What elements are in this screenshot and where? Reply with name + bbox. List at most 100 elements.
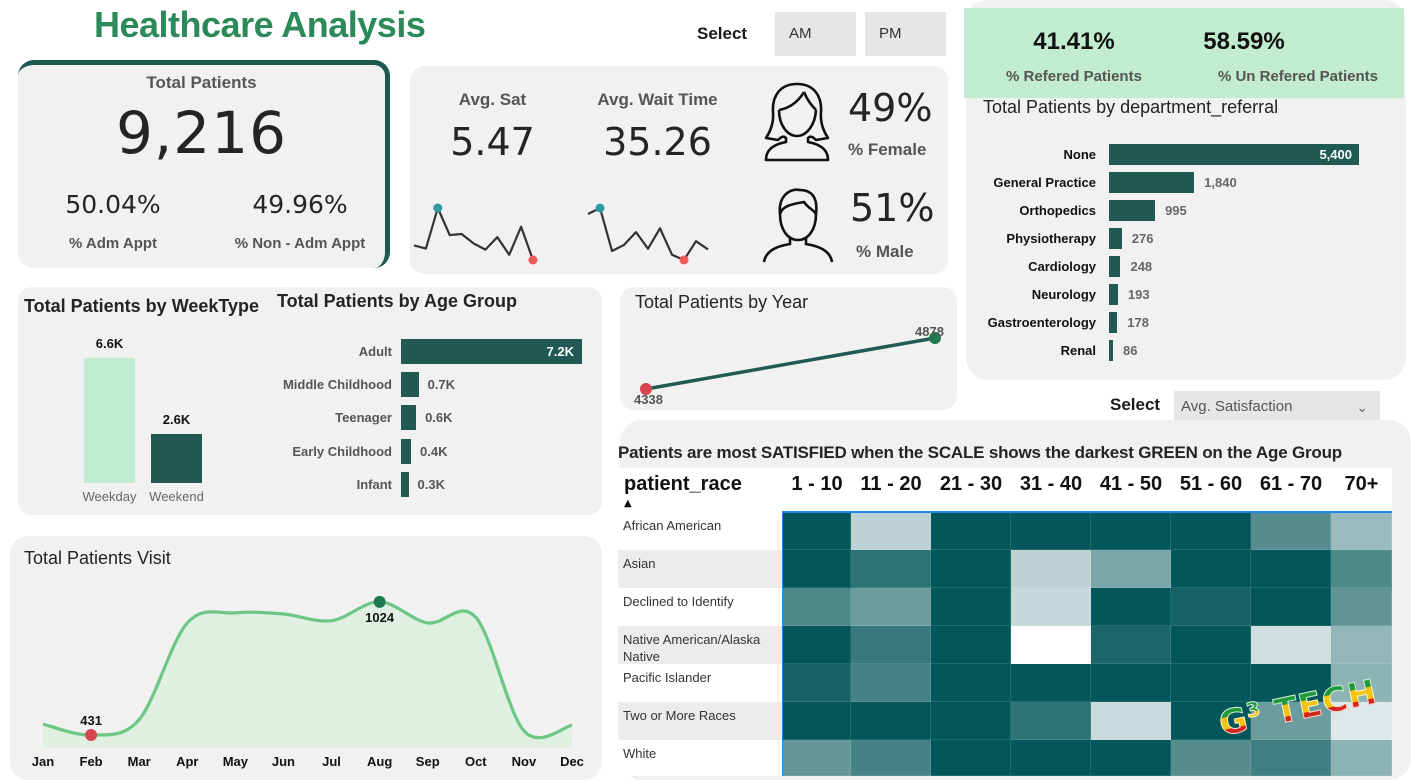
- heatmap-cell[interactable]: [1251, 550, 1331, 588]
- heatmap-cell[interactable]: [1171, 588, 1251, 626]
- weektype-bar[interactable]: [151, 433, 202, 483]
- heatmap-cell[interactable]: [931, 512, 1011, 550]
- referral-bar[interactable]: [1109, 172, 1195, 193]
- heatmap-cell[interactable]: [1171, 664, 1251, 702]
- shift-am-button[interactable]: AM: [775, 12, 856, 56]
- male-label: % Male: [856, 242, 914, 261]
- total-patients-value: 9,216: [115, 99, 288, 167]
- heatmap-cell[interactable]: [931, 550, 1011, 588]
- heatmap-cell[interactable]: [851, 740, 931, 776]
- heatmap-column-header[interactable]: 70+: [1331, 473, 1392, 496]
- heatmap-cell[interactable]: [851, 512, 931, 550]
- referral-bar-value: 1,840: [1204, 175, 1237, 190]
- heatmap-row-label: Native American/Alaska Native: [618, 626, 783, 664]
- heatmap-column-header[interactable]: 61 - 70: [1251, 473, 1331, 496]
- heatmap-cell[interactable]: [1091, 550, 1171, 588]
- heatmap-cell[interactable]: [851, 588, 931, 626]
- heatmap-column-header[interactable]: 11 - 20: [851, 473, 931, 496]
- heatmap-cell[interactable]: [1171, 550, 1251, 588]
- heatmap-cell[interactable]: [1331, 512, 1392, 550]
- heatmap-cell[interactable]: [783, 512, 851, 550]
- visits-x-tick: Apr: [176, 754, 198, 769]
- heatmap-cell[interactable]: [1011, 664, 1091, 702]
- sparkline-max-marker: [433, 203, 443, 213]
- referral-banner: 41.41% % Refered Patients 58.59% % Un Re…: [964, 8, 1404, 98]
- heatmap-cell[interactable]: [1011, 702, 1091, 740]
- agegroup-bar[interactable]: [401, 438, 412, 464]
- heatmap-cell[interactable]: [1251, 512, 1331, 550]
- visits-max-point[interactable]: [373, 595, 386, 608]
- heatmap-column-header[interactable]: 31 - 40: [1011, 473, 1091, 496]
- referral-bar[interactable]: [1109, 284, 1118, 305]
- heatmap-cell[interactable]: [1091, 664, 1171, 702]
- heatmap-cell[interactable]: [1091, 702, 1171, 740]
- heatmap-cell[interactable]: [1091, 740, 1171, 776]
- referral-chart-title: Total Patients by department_referral: [983, 97, 1279, 117]
- referral-bar[interactable]: [1109, 228, 1122, 249]
- visits-x-tick: Aug: [367, 754, 392, 769]
- heatmap-cell[interactable]: [1091, 512, 1171, 550]
- agegroup-bar-value: 0.6K: [425, 410, 453, 426]
- heatmap-cell[interactable]: [1011, 550, 1091, 588]
- heatmap-cell[interactable]: [931, 702, 1011, 740]
- heatmap-cell[interactable]: [1331, 740, 1392, 776]
- heatmap-column-header[interactable]: 41 - 50: [1091, 473, 1171, 496]
- avg-sat-value: 5.47: [450, 120, 535, 164]
- heatmap-cell[interactable]: [851, 664, 931, 702]
- referral-bar[interactable]: [1109, 200, 1156, 221]
- heatmap-cell[interactable]: [1331, 550, 1392, 588]
- male-pct: 51%: [850, 186, 935, 230]
- heatmap-cell[interactable]: [1251, 588, 1331, 626]
- heatmap-cell[interactable]: [851, 702, 931, 740]
- heatmap-cell[interactable]: [783, 550, 851, 588]
- metric-select-dropdown[interactable]: Avg. Satisfaction ⌄: [1174, 391, 1380, 423]
- visits-area-fill: [43, 601, 572, 748]
- agegroup-bar[interactable]: [401, 405, 417, 431]
- heatmap-cell[interactable]: [783, 588, 851, 626]
- heatmap-column-header[interactable]: 1 - 10: [783, 473, 851, 496]
- visits-x-tick: Feb: [80, 754, 103, 769]
- heatmap-cell[interactable]: [1011, 740, 1091, 776]
- heatmap-cell[interactable]: [931, 588, 1011, 626]
- heatmap-cell[interactable]: [1331, 588, 1392, 626]
- referral-bar[interactable]: [1109, 312, 1118, 333]
- agegroup-bar-value: 0.4K: [420, 443, 448, 459]
- heatmap-cell[interactable]: [931, 664, 1011, 702]
- referral-bar-value: 193: [1127, 287, 1150, 302]
- sort-ascending-icon[interactable]: ▲: [624, 498, 632, 509]
- weektype-bar[interactable]: [84, 358, 135, 483]
- heatmap-column-header[interactable]: 21 - 30: [931, 473, 1011, 496]
- heatmap-cell[interactable]: [1091, 626, 1171, 664]
- heatmap-row-header[interactable]: patient_race: [624, 473, 742, 496]
- visits-max-label: 1024: [365, 610, 395, 625]
- heatmap-cell[interactable]: [1171, 626, 1251, 664]
- heatmap-cell[interactable]: [1011, 626, 1091, 664]
- heatmap-cell[interactable]: [1251, 626, 1331, 664]
- heatmap-cell[interactable]: [1091, 588, 1171, 626]
- heatmap-cell[interactable]: [931, 626, 1011, 664]
- shift-pm-button[interactable]: PM: [865, 12, 946, 56]
- weektype-bar-value: 2.6K: [162, 411, 191, 427]
- agegroup-bar[interactable]: [401, 372, 419, 398]
- heatmap-cell[interactable]: [1171, 740, 1251, 776]
- referral-bar[interactable]: [1109, 256, 1121, 277]
- heatmap-cell[interactable]: [783, 702, 851, 740]
- trend-sparklines: [413, 203, 709, 265]
- heatmap-cell[interactable]: [851, 550, 931, 588]
- heatmap-row-label: Pacific Islander: [618, 664, 783, 702]
- visits-min-point[interactable]: [85, 729, 98, 742]
- heatmap-cell[interactable]: [783, 626, 851, 664]
- heatmap-cell[interactable]: [1011, 512, 1091, 550]
- heatmap-cell[interactable]: [783, 740, 851, 776]
- heatmap-column-header[interactable]: 51 - 60: [1171, 473, 1251, 496]
- heatmap-cell[interactable]: [931, 740, 1011, 776]
- heatmap-cell[interactable]: [1251, 740, 1331, 776]
- weektype-agegroup-card: Total Patients by WeekType Total Patient…: [18, 287, 602, 515]
- agegroup-bar[interactable]: [401, 471, 409, 497]
- referral-bar[interactable]: [1109, 340, 1113, 361]
- heatmap-cell[interactable]: [783, 664, 851, 702]
- heatmap-cell[interactable]: [1171, 512, 1251, 550]
- heatmap-cell[interactable]: [851, 626, 931, 664]
- heatmap-cell[interactable]: [1331, 626, 1392, 664]
- heatmap-cell[interactable]: [1011, 588, 1091, 626]
